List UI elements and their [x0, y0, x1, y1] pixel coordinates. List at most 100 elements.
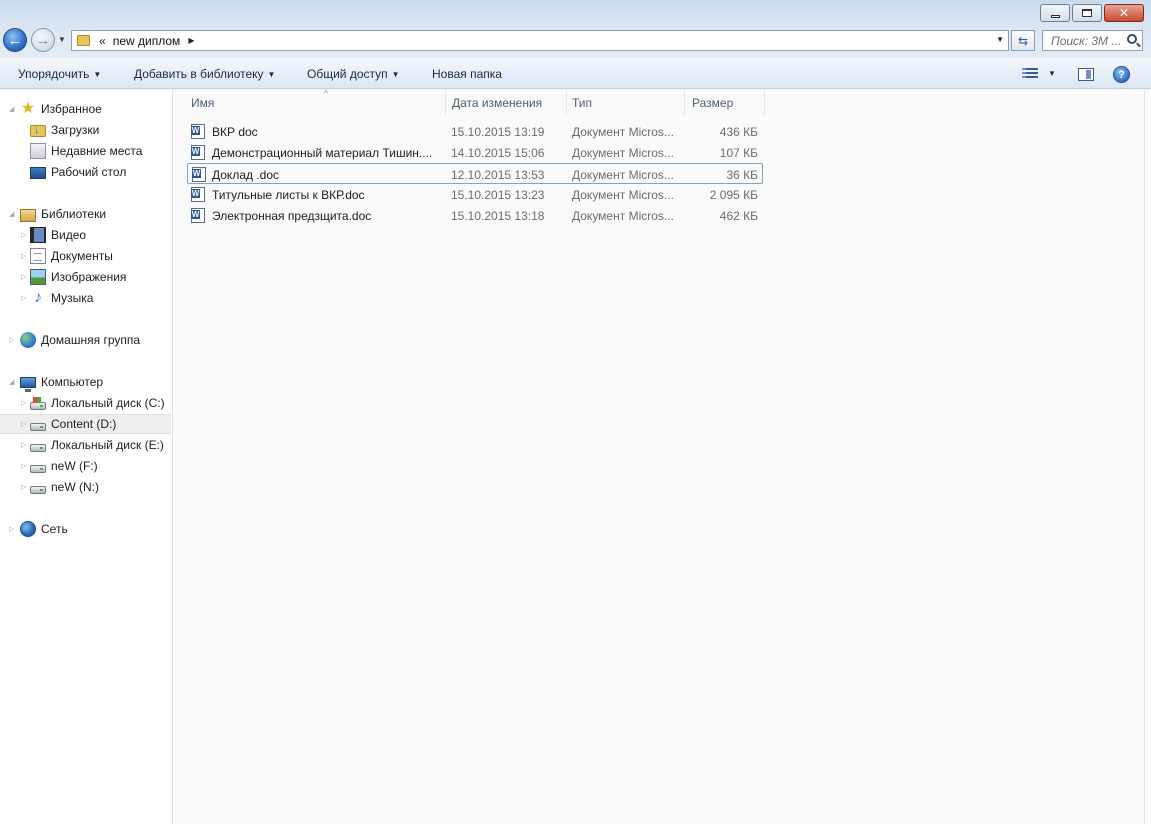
nav-label: Content (D:) — [51, 417, 117, 431]
add-to-library-button[interactable]: Добавить в библиотеку ▼ — [134, 67, 275, 81]
arrow-right-icon: → — [35, 31, 51, 49]
computer-icon — [20, 377, 36, 392]
collapsed-arrow-icon[interactable]: ▷ — [21, 462, 26, 470]
nav-computer[interactable]: ◢ Компьютер — [0, 372, 171, 392]
file-type: Документ Micros... — [572, 124, 674, 139]
collapsed-arrow-icon[interactable]: ▷ — [21, 399, 26, 407]
file-row[interactable]: Электронная предзщита.doc 15.10.2015 13:… — [187, 205, 763, 226]
file-size: 107 КБ — [719, 145, 758, 160]
collapsed-arrow-icon[interactable]: ▷ — [21, 441, 26, 449]
nav-drive-f[interactable]: ▷ neW (F:) — [0, 456, 171, 476]
nav-drive-c[interactable]: ▷ Локальный диск (C:) — [0, 393, 171, 413]
maximize-icon — [1082, 9, 1092, 17]
nav-video[interactable]: ▷ Видео — [0, 225, 171, 245]
file-date: 15.10.2015 13:19 — [451, 124, 545, 139]
collapsed-arrow-icon[interactable]: ▷ — [21, 483, 26, 491]
nav-downloads[interactable]: Загрузки — [0, 120, 171, 140]
search-box[interactable]: Поиск: 3М ... — [1042, 30, 1143, 51]
help-icon[interactable]: ? — [1113, 66, 1130, 83]
maximize-button[interactable] — [1072, 4, 1102, 22]
share-button[interactable]: Общий доступ ▼ — [307, 67, 400, 81]
column-label: Тип — [572, 95, 593, 110]
file-row[interactable]: ВКР doc 15.10.2015 13:19 Документ Micros… — [187, 121, 763, 142]
file-type: Документ Micros... — [572, 187, 674, 202]
file-name: Титульные листы к ВКР.doc — [212, 187, 365, 202]
breadcrumb-overflow[interactable]: « — [99, 34, 106, 48]
nav-label: Документы — [51, 249, 113, 263]
minimize-button[interactable] — [1040, 4, 1070, 22]
recent-pages-dropdown[interactable]: ▼ — [58, 35, 66, 44]
minimize-icon — [1050, 14, 1060, 18]
organize-menu-button[interactable]: Упорядочить ▼ — [18, 67, 101, 81]
nav-desktop[interactable]: Рабочий стол — [0, 162, 171, 182]
close-button[interactable]: ✕ — [1104, 4, 1144, 22]
expand-arrow-icon[interactable]: ◢ — [9, 105, 14, 113]
nav-network[interactable]: ▷ Сеть — [0, 519, 171, 539]
drive-icon — [30, 422, 46, 431]
back-button[interactable]: ← — [3, 28, 27, 52]
scrollbar-track[interactable] — [1144, 90, 1151, 824]
file-size: 462 КБ — [719, 208, 758, 223]
window-controls: ✕ — [1038, 4, 1144, 22]
preview-pane-icon[interactable] — [1078, 68, 1094, 81]
file-type: Документ Micros... — [572, 167, 674, 182]
file-row-focused[interactable]: Доклад .doc 12.10.2015 13:53 Документ Mi… — [187, 163, 763, 184]
nav-music[interactable]: ▷ ♪ Музыка — [0, 288, 171, 308]
breadcrumb-current-folder[interactable]: new диплом — [113, 34, 181, 48]
file-list[interactable]: ^ Имя Дата изменения Тип Размер ВКР doc … — [174, 89, 1144, 824]
collapsed-arrow-icon[interactable]: ▷ — [21, 252, 26, 260]
column-header-type[interactable]: Тип — [567, 90, 685, 115]
collapsed-arrow-icon[interactable]: ▷ — [21, 273, 26, 281]
collapsed-arrow-icon[interactable]: ▷ — [9, 336, 14, 344]
nav-recent-places[interactable]: Недавние места — [0, 141, 171, 161]
breadcrumb-arrow-icon[interactable]: ▶ — [188, 36, 194, 45]
views-dropdown-icon[interactable]: ▼ — [1048, 69, 1056, 78]
nav-drive-d[interactable]: ▷ Content (D:) — [0, 414, 171, 434]
forward-button[interactable]: → — [31, 28, 55, 52]
search-icon[interactable] — [1127, 34, 1137, 44]
nav-homegroup[interactable]: ▷ Домашняя группа — [0, 330, 171, 350]
command-bar: Упорядочить ▼ Добавить в библиотеку ▼ Общи… — [0, 58, 1151, 89]
address-bar[interactable]: « new диплом ▶ ▼ — [71, 30, 1009, 51]
file-name: Электронная предзщита.doc — [212, 208, 372, 223]
nav-favorites[interactable]: ◢ ★ Избранное — [0, 99, 171, 119]
collapsed-arrow-icon[interactable]: ▷ — [21, 231, 26, 239]
refresh-button[interactable]: ⇆ — [1011, 30, 1035, 51]
file-name: Доклад .doc — [212, 167, 280, 182]
music-note-icon: ♪ — [34, 289, 42, 306]
file-date: 15.10.2015 13:18 — [451, 208, 545, 223]
nav-drive-n[interactable]: ▷ neW (N:) — [0, 477, 171, 497]
file-row[interactable]: Демонстрационный материал Тишин.... 14.1… — [187, 142, 763, 163]
nav-label: neW (F:) — [51, 459, 98, 473]
nav-label: Библиотеки — [41, 207, 107, 221]
column-label: Размер — [692, 95, 734, 110]
nav-documents[interactable]: ▷ Документы — [0, 246, 171, 266]
file-row[interactable]: Титульные листы к ВКР.doc 15.10.2015 13:… — [187, 184, 763, 205]
nav-libraries[interactable]: ◢ Библиотеки — [0, 204, 171, 224]
column-header-name[interactable]: ^ Имя — [186, 89, 446, 115]
collapsed-arrow-icon[interactable]: ▷ — [21, 420, 26, 428]
column-header-size[interactable]: Размер — [685, 90, 765, 115]
nav-label: Рабочий стол — [51, 165, 127, 179]
collapsed-arrow-icon[interactable]: ▷ — [21, 294, 26, 302]
expand-arrow-icon[interactable]: ◢ — [9, 210, 14, 218]
nav-label: Компьютер — [41, 375, 104, 389]
documents-library-icon — [30, 248, 46, 264]
nav-drive-e[interactable]: ▷ Локальный диск (E:) — [0, 435, 171, 455]
drive-icon — [30, 443, 46, 452]
address-dropdown-icon[interactable]: ▼ — [996, 35, 1004, 44]
collapsed-arrow-icon[interactable]: ▷ — [9, 525, 14, 533]
nav-label: Музыка — [51, 291, 94, 305]
column-header-date[interactable]: Дата изменения — [446, 90, 567, 115]
search-input[interactable]: Поиск: 3М ... — [1051, 34, 1121, 48]
navigation-pane[interactable]: ◢ ★ Избранное Загрузки Недавние места Ра… — [0, 90, 173, 824]
expand-arrow-icon[interactable]: ◢ — [9, 378, 14, 386]
nav-pictures[interactable]: ▷ Изображения — [0, 267, 171, 287]
file-date: 12.10.2015 13:53 — [451, 167, 545, 182]
pictures-library-icon — [30, 269, 46, 285]
change-view-icon[interactable] — [1022, 68, 1038, 80]
word-document-icon — [191, 208, 205, 223]
add-to-library-label: Добавить в библиотеку — [134, 67, 264, 81]
nav-label: Сеть — [41, 522, 68, 536]
new-folder-button[interactable]: Новая папка — [432, 67, 502, 81]
